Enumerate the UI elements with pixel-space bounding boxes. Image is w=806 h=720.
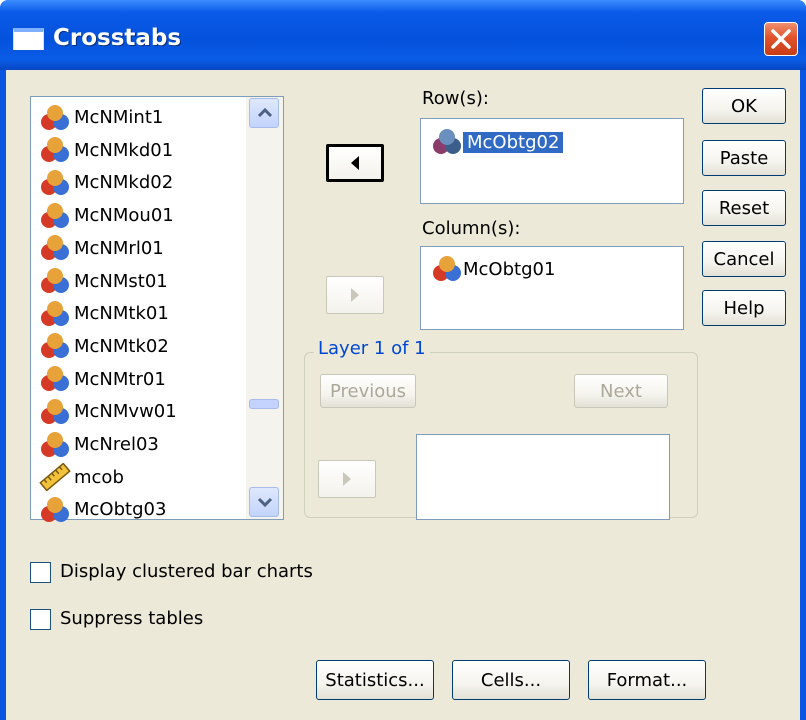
clustered-bar-charts-checkbox[interactable] [30, 562, 51, 583]
source-list-item-label: McNMou01 [74, 205, 174, 227]
source-list-item[interactable]: McNMtk02 [39, 330, 169, 363]
right-arrow-icon [351, 288, 359, 302]
source-list-item-label: McNMst01 [74, 270, 168, 292]
source-list-item[interactable]: McNMtk01 [39, 297, 169, 330]
layer-group-title: Layer 1 of 1 [314, 338, 430, 359]
close-button[interactable] [764, 22, 798, 56]
source-list-item-label: McNMtk02 [74, 335, 169, 357]
chevron-down-icon [257, 497, 273, 508]
source-list-item-label: McObtg03 [74, 499, 167, 521]
statistics-button[interactable]: Statistics... [316, 660, 434, 700]
format-button[interactable]: Format... [588, 660, 706, 700]
source-list-item[interactable]: McNMrl01 [39, 232, 164, 265]
source-list-item-label: McNrel03 [74, 434, 159, 455]
source-list-item-label: McNMkd02 [74, 172, 174, 194]
nominal-icon [41, 137, 69, 163]
help-button[interactable]: Help [702, 290, 786, 326]
list-scrollbar[interactable] [246, 97, 283, 519]
source-variable-list[interactable]: McNMint1 McNMkd01 McNMkd02 McNMou01 McNMrl01… [30, 96, 284, 522]
suppress-tables-checkbox[interactable] [30, 609, 51, 630]
layer-list[interactable] [416, 434, 670, 520]
nominal-icon [41, 202, 69, 228]
source-list-item-label: McNMtr01 [74, 368, 166, 390]
rows-label: Row(s): [422, 88, 489, 109]
source-list-item-label: mcob [74, 466, 124, 488]
nominal-icon [41, 366, 69, 392]
source-list-item-label: McNMint1 [74, 107, 164, 128]
source-list-item-label: McNMrl01 [74, 237, 164, 259]
source-list-item-label: McNMkd01 [74, 139, 174, 161]
cells-button[interactable]: Cells... [452, 660, 570, 700]
move-to-columns-button[interactable] [326, 276, 384, 314]
nominal-icon [433, 256, 461, 281]
rows-item[interactable]: McObtg02 [431, 128, 564, 156]
cancel-button[interactable]: Cancel [702, 241, 786, 277]
columns-item-label: McObtg01 [463, 258, 556, 280]
source-list-item[interactable]: McNMvw01 [39, 395, 177, 428]
crosstabs-dialog: Crosstabs McNMint1 McNMkd01 McNMkd02 McNMou… [0, 0, 806, 720]
clustered-bar-charts-label: Display clustered bar charts [60, 561, 313, 582]
next-layer-button[interactable]: Next [574, 374, 668, 408]
nominal-icon [41, 300, 69, 326]
suppress-tables-label: Suppress tables [60, 608, 204, 629]
scroll-up-button[interactable] [249, 98, 279, 128]
source-list-item[interactable]: mcob [39, 461, 124, 494]
source-list-item[interactable]: McObtg03 [39, 493, 166, 526]
dialog-body: McNMint1 McNMkd01 McNMkd02 McNMou01 McNMrl01… [6, 70, 800, 720]
rows-list[interactable]: McObtg02 [420, 118, 684, 204]
source-list-item[interactable]: McNMst01 [39, 265, 168, 298]
ok-button[interactable]: OK [702, 88, 786, 124]
source-list-item-label: McNMtk01 [74, 303, 169, 325]
scroll-down-button[interactable] [249, 487, 279, 517]
columns-label: Column(s): [422, 218, 521, 239]
previous-layer-button[interactable]: Previous [320, 374, 416, 408]
nominal-icon [41, 169, 69, 195]
source-list-item[interactable]: McNMint1 [39, 101, 163, 134]
nominal-icon [41, 235, 69, 261]
title-bar[interactable]: Crosstabs [0, 0, 806, 70]
window-title: Crosstabs [53, 25, 182, 51]
nominal-icon [41, 398, 69, 424]
nominal-icon [41, 333, 69, 359]
source-list-item[interactable]: McNMtr01 [39, 363, 166, 396]
window-icon [13, 28, 44, 50]
source-list-item-label: McNMvw01 [74, 401, 177, 423]
source-list-item[interactable]: McNMkd01 [39, 134, 173, 167]
rows-item-label: McObtg02 [463, 131, 564, 153]
scale-ruler-icon [39, 463, 71, 492]
paste-button[interactable]: Paste [702, 140, 786, 176]
move-to-layer-button[interactable] [318, 460, 376, 498]
left-arrow-icon [351, 156, 359, 170]
nominal-icon [41, 431, 69, 457]
source-list-item[interactable]: McNMkd02 [39, 166, 173, 199]
source-list-item[interactable]: McNrel03 [39, 428, 159, 461]
nominal-icon [41, 496, 69, 522]
close-icon [771, 29, 791, 49]
nominal-icon [41, 104, 69, 130]
scroll-thumb[interactable] [249, 399, 279, 409]
nominal-icon [41, 268, 69, 293]
source-list-item[interactable]: McNMou01 [39, 199, 174, 232]
columns-item[interactable]: McObtg01 [431, 255, 555, 283]
nominal-icon [433, 129, 461, 154]
move-to-rows-button[interactable] [326, 144, 384, 182]
columns-list[interactable]: McObtg01 [420, 246, 684, 330]
right-arrow-icon [343, 472, 351, 486]
reset-button[interactable]: Reset [702, 190, 786, 226]
chevron-up-icon [257, 107, 273, 118]
